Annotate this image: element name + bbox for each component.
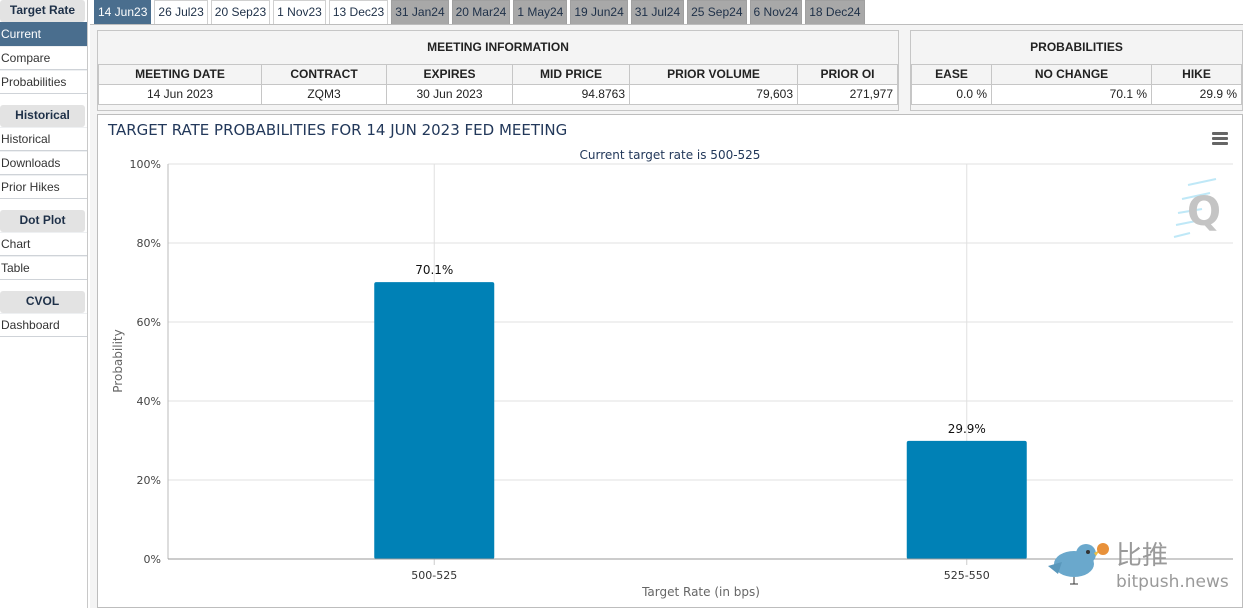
sidebar-item-compare[interactable]: Compare: [0, 46, 87, 70]
y-tick-label: 100%: [130, 158, 161, 171]
tab-25-sep24[interactable]: 25 Sep24: [687, 0, 747, 24]
col-mid-price: MID PRICE: [512, 63, 630, 85]
sidebar-item-chart[interactable]: Chart: [0, 232, 87, 256]
tab-13-dec23[interactable]: 13 Dec23: [328, 0, 389, 24]
bitpush-watermark: 比推 bitpush.news: [1044, 536, 1243, 596]
q-logo-icon: Q: [1173, 178, 1221, 238]
probabilities-title: PROBABILITIES: [911, 31, 1242, 65]
hike-value: 29.9 %: [1151, 83, 1242, 105]
col-contract: CONTRACT: [261, 63, 387, 85]
sidebar-item-table[interactable]: Table: [0, 256, 87, 280]
col-expires: EXPIRES: [386, 63, 513, 85]
meeting-information-panel: MEETING INFORMATION MEETING DATE CONTRAC…: [97, 30, 899, 111]
x-tick-label: 500-525: [411, 569, 457, 582]
tab-6-nov24[interactable]: 6 Nov24: [749, 0, 803, 24]
bar-data-label: 29.9%: [948, 422, 986, 436]
col-no-change: NO CHANGE: [991, 63, 1152, 85]
y-tick-label: 80%: [137, 237, 161, 250]
tab-1-may24[interactable]: 1 May24: [513, 0, 568, 24]
sidebar-item-prior-hikes[interactable]: Prior Hikes: [0, 175, 87, 199]
tab-19-jun24[interactable]: 19 Jun24: [570, 0, 628, 24]
tab-20-sep23[interactable]: 20 Sep23: [210, 0, 271, 24]
col-meeting-date: MEETING DATE: [98, 63, 262, 85]
y-tick-label: 60%: [137, 316, 161, 329]
sidebar-item-probabilities[interactable]: Probabilities: [0, 70, 87, 94]
sidebar-section-historical[interactable]: Historical: [0, 105, 85, 127]
sidebar-item-dashboard[interactable]: Dashboard: [0, 313, 87, 337]
tab-18-dec24[interactable]: 18 Dec24: [805, 0, 865, 24]
probabilities-panel: PROBABILITIES EASE NO CHANGE HIKE 0.0 % …: [910, 30, 1243, 111]
meeting-date-value: 14 Jun 2023: [98, 83, 262, 105]
x-axis-label: Target Rate (in bps): [641, 585, 760, 599]
sidebar-item-current[interactable]: Current: [0, 22, 87, 46]
y-tick-label: 40%: [137, 395, 161, 408]
bar-500-525[interactable]: [374, 282, 495, 559]
tab-26-jul23[interactable]: 26 Jul23: [154, 0, 208, 24]
y-tick-label: 0%: [144, 553, 161, 566]
sidebar: Target Rate Current Compare Probabilities Hi…: [0, 0, 88, 608]
bar-chart: Current target rate is 500-525 0% 20% 40% 6…: [111, 148, 1233, 599]
meeting-tabs: 14 Jun23 26 Jul23 20 Sep23 1 Nov23 13 Dec23 3…: [94, 0, 868, 24]
prior-volume-value: 79,603: [629, 83, 798, 105]
col-hike: HIKE: [1151, 63, 1242, 85]
col-ease: EASE: [911, 63, 992, 85]
x-tick-label: 525-550: [944, 569, 990, 582]
mid-price-value: 94.8763: [512, 83, 630, 105]
col-prior-oi: PRIOR OI: [797, 63, 898, 85]
tab-31-jul24[interactable]: 31 Jul24: [630, 0, 685, 24]
chart-container: TARGET RATE PROBABILITIES FOR 14 JUN 202…: [97, 114, 1243, 608]
sidebar-section-dot-plot[interactable]: Dot Plot: [0, 210, 85, 232]
expires-value: 30 Jun 2023: [386, 83, 513, 105]
contract-value: ZQM3: [261, 83, 387, 105]
chart-subtitle: Current target rate is 500-525: [580, 148, 761, 162]
prior-oi-value: 271,977: [797, 83, 898, 105]
y-axis-label: Probability: [111, 329, 125, 392]
tab-1-nov23[interactable]: 1 Nov23: [273, 0, 326, 24]
svg-text:Q: Q: [1187, 189, 1221, 235]
sidebar-item-downloads[interactable]: Downloads: [0, 151, 87, 175]
tab-14-jun23[interactable]: 14 Jun23: [94, 0, 152, 24]
watermark-cn: 比推: [1116, 541, 1168, 571]
sidebar-section-target-rate[interactable]: Target Rate: [0, 0, 85, 22]
sidebar-item-historical[interactable]: Historical: [0, 127, 87, 151]
tab-20-mar24[interactable]: 20 Mar24: [451, 0, 511, 24]
bar-525-550[interactable]: [906, 440, 1027, 559]
meeting-information-title: MEETING INFORMATION: [98, 31, 898, 65]
bar-data-label: 70.1%: [415, 263, 453, 277]
bird-logo-icon: 比推 bitpush.news: [1048, 541, 1229, 592]
no-change-value: 70.1 %: [991, 83, 1152, 105]
watermark-en: bitpush.news: [1116, 572, 1229, 592]
y-tick-label: 20%: [137, 474, 161, 487]
ease-value: 0.0 %: [911, 83, 992, 105]
col-prior-volume: PRIOR VOLUME: [629, 63, 798, 85]
sidebar-section-cvol[interactable]: CVOL: [0, 291, 85, 313]
tab-31-jan24[interactable]: 31 Jan24: [391, 0, 449, 24]
